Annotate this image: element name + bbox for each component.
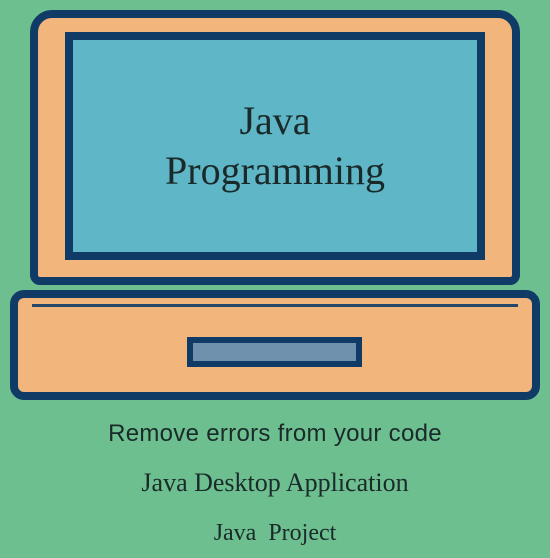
laptop-screen: Java Programming: [65, 32, 485, 260]
laptop-trackpad: [187, 337, 362, 367]
caption-line2: Java Desktop Application: [0, 468, 550, 498]
screen-text-line2: Programming: [165, 146, 385, 196]
screen-text-line1: Java: [165, 96, 385, 146]
screen-title: Java Programming: [165, 96, 385, 196]
laptop-illustration: Java Programming: [0, 0, 550, 405]
caption-section: Remove errors from your code Java Deskto…: [0, 420, 550, 547]
caption-line1: Remove errors from your code: [0, 420, 550, 448]
caption-line3: Java Project: [0, 520, 550, 547]
